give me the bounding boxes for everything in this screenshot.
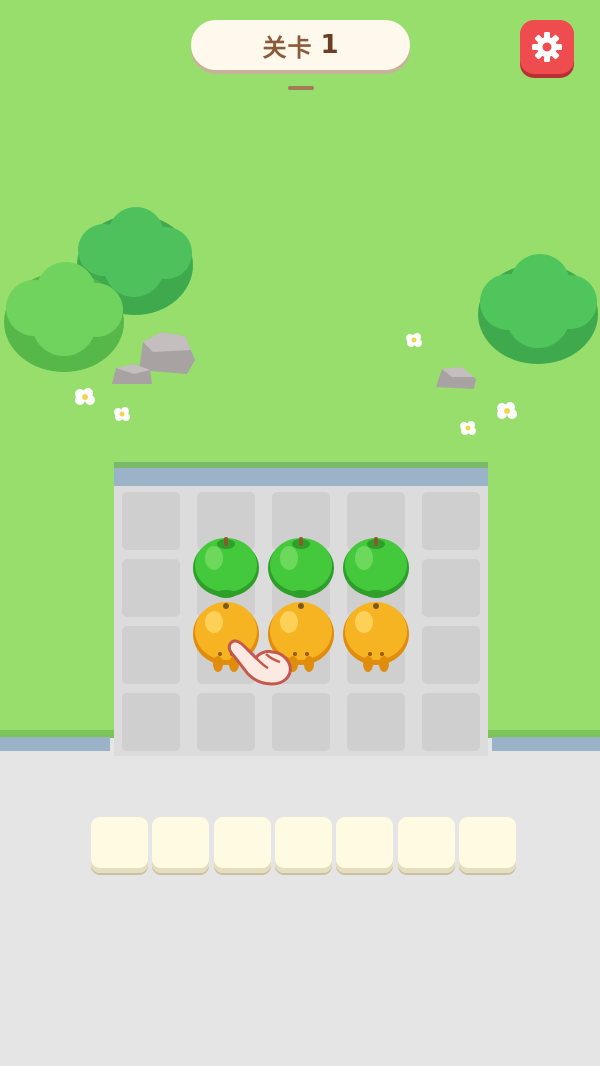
flower-icon: [114, 407, 130, 421]
green-apple-piece[interactable]: [265, 528, 337, 600]
tray-slot: [91, 817, 148, 873]
level-underline: [288, 86, 314, 90]
tray-slot: [336, 817, 394, 873]
board-cell: [272, 693, 330, 751]
level-number: 1: [320, 30, 339, 60]
rock-icon: [436, 367, 476, 389]
flower-icon: [75, 388, 95, 405]
level-indicator: 关卡 1: [191, 20, 410, 70]
green-apple-piece[interactable]: [340, 528, 412, 600]
grass-left-bank: [0, 462, 114, 737]
level-label: 关卡: [262, 33, 313, 62]
green-apple-piece[interactable]: [190, 528, 262, 600]
board-cell: [347, 693, 405, 751]
board-cell: [422, 626, 480, 684]
water-channel: [0, 737, 110, 751]
board-cell: [197, 693, 255, 751]
orange-piece[interactable]: [340, 596, 412, 672]
grass-right-bank: [488, 462, 600, 737]
bush-icon: [4, 262, 124, 372]
water-channel: [492, 737, 600, 751]
board-cell: [422, 492, 480, 550]
pointing-hand-icon: [227, 639, 292, 686]
flower-icon: [497, 402, 517, 419]
flower-icon: [406, 333, 422, 347]
board-cell: [422, 559, 480, 617]
tray-slot: [458, 817, 516, 873]
flower-icon: [460, 421, 476, 435]
tray-slot: [274, 817, 332, 873]
board-cell: [122, 559, 180, 617]
board-cell: [122, 693, 180, 751]
board-cell: [122, 492, 180, 550]
tray-slot: [397, 817, 455, 873]
tray-slot: [152, 817, 210, 873]
gear-icon: [532, 32, 562, 62]
bush-icon: [478, 254, 598, 364]
water-channel: [114, 462, 488, 486]
board-cell: [122, 626, 180, 684]
rock-icon: [112, 364, 152, 384]
tray-slot: [213, 817, 271, 873]
board-cell: [422, 693, 480, 751]
settings-button[interactable]: [520, 20, 574, 74]
game-scene: 关卡 1: [0, 0, 600, 1066]
